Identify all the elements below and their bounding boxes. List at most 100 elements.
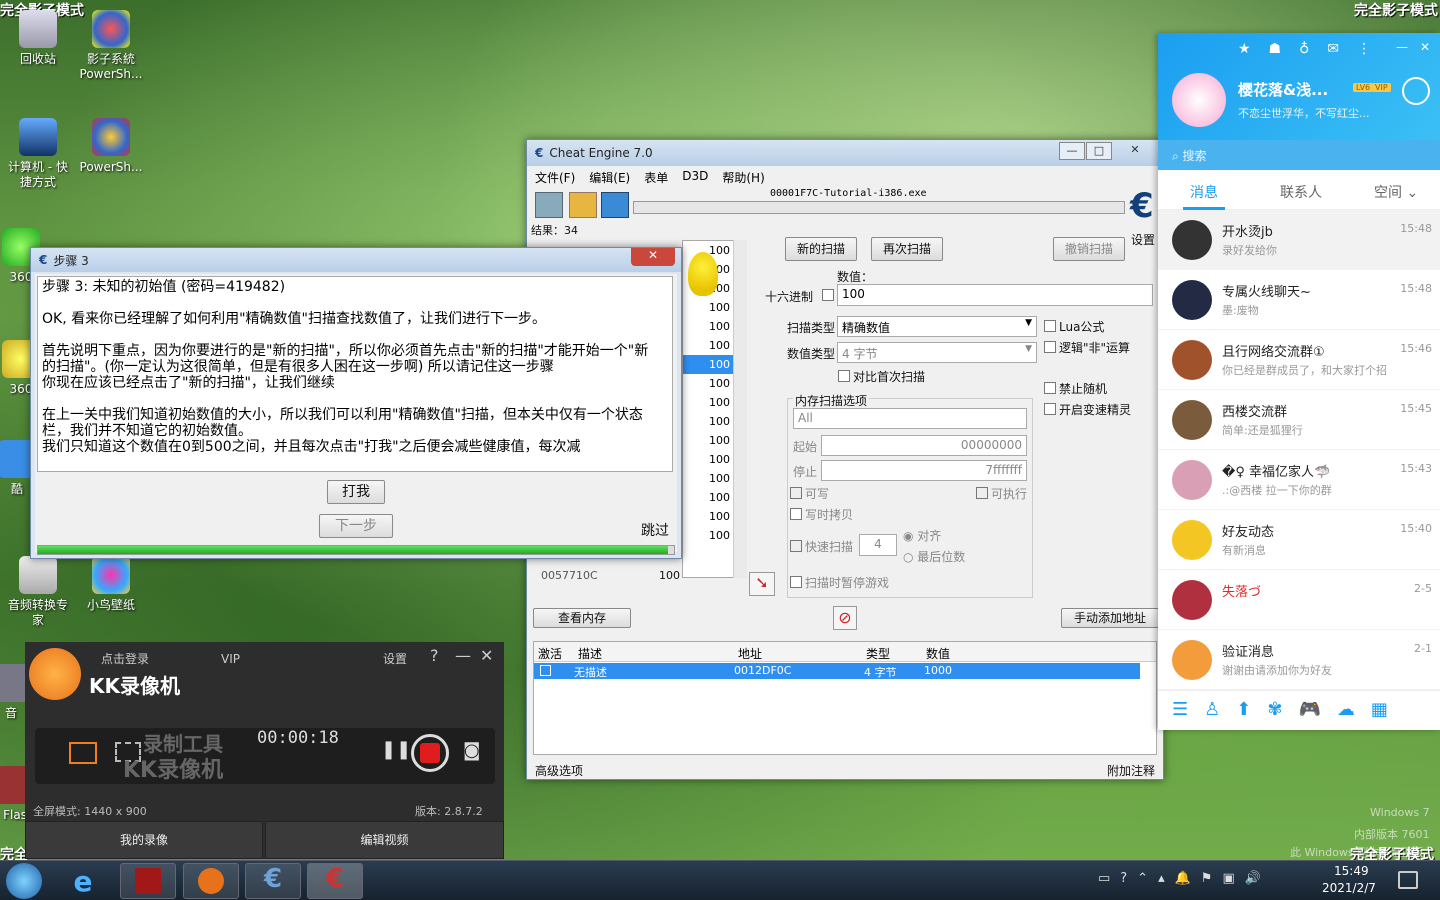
my-videos-button[interactable]: 我的录像 xyxy=(25,821,263,859)
qq-chat-list[interactable]: 开水烫jb 录好发给你 15:48 专属火线聊天~ 墨:废物 15:48 且行网络交流群① 你… xyxy=(1158,210,1440,690)
action-center-icon[interactable] xyxy=(1398,871,1418,889)
ie-icon[interactable]: e xyxy=(66,865,100,898)
ce-list-row[interactable]: 100 xyxy=(683,488,736,507)
tray-date[interactable]: 2021/2/7 xyxy=(1322,881,1376,895)
ce-list-row[interactable]: 100 xyxy=(683,374,736,393)
align-radio[interactable]: ◉ 对齐 xyxy=(903,527,941,544)
writable-checkbox[interactable] xyxy=(790,487,802,499)
view-memory-button[interactable]: 查看内存 xyxy=(533,608,631,628)
copy-on-write-checkbox[interactable] xyxy=(790,508,802,520)
kk-vip[interactable]: VIP xyxy=(221,652,240,666)
speedhack-checkbox[interactable] xyxy=(1044,403,1056,415)
row-active-checkbox[interactable] xyxy=(540,665,551,676)
ce-minimize-button[interactable]: — xyxy=(1059,142,1085,160)
add-to-list-arrow-icon[interactable]: ➘ xyxy=(749,572,775,596)
start-address-input[interactable]: 00000000 xyxy=(821,435,1027,456)
stop-scan-icon[interactable]: ⊘ xyxy=(833,606,857,630)
list-item[interactable]: 且行网络交流群① 你已经是群成员了，和大家打个招 15:46 xyxy=(1158,330,1440,390)
not-op-checkbox[interactable] xyxy=(1044,341,1056,353)
ce-list-row[interactable]: 100 xyxy=(683,431,736,450)
flash-task-button[interactable] xyxy=(120,863,176,899)
open-process-icon[interactable] xyxy=(535,192,563,218)
ce-task-button-1[interactable]: € xyxy=(245,863,301,899)
kk-help[interactable]: ? xyxy=(430,646,439,665)
mem-region-select[interactable]: All xyxy=(793,408,1027,429)
qq-search-input[interactable]: ⌕ 搜索 xyxy=(1158,140,1440,170)
ce-settings-logo-icon[interactable]: € xyxy=(1130,186,1160,226)
ce-list-row[interactable]: 100 xyxy=(683,526,736,545)
tab-messages[interactable]: 消息 xyxy=(1190,182,1218,202)
ce-list-scrollbar[interactable] xyxy=(733,240,747,578)
fullscreen-mode-icon[interactable] xyxy=(69,742,97,764)
bird-wallpaper-icon[interactable]: 小鸟壁纸 xyxy=(76,556,146,613)
ce-list-row[interactable]: 100 xyxy=(683,412,736,431)
scan-type-select[interactable]: 精确数值 ▼ xyxy=(837,316,1037,337)
start-button[interactable] xyxy=(6,863,42,899)
ce-menu-file[interactable]: 文件(F) xyxy=(535,169,575,186)
shadow-system-icon[interactable]: 影子系統 PowerSh... xyxy=(76,10,146,82)
hit-me-button[interactable]: 打我 xyxy=(327,480,385,504)
tab-space[interactable]: 空间 ⌄ xyxy=(1374,182,1418,202)
ce-menu-table[interactable]: 表单 xyxy=(644,169,668,186)
table-row[interactable]: 无描述 0012DF0C 4 字节 1000 xyxy=(534,663,1140,679)
executable-checkbox[interactable] xyxy=(976,487,988,499)
skip-link[interactable]: 跳过 xyxy=(641,520,669,540)
value-input[interactable]: 100 xyxy=(837,284,1153,306)
ce-list-row[interactable]: 100 xyxy=(683,469,736,488)
computer-shortcut-icon[interactable]: 计算机 - 快 捷方式 xyxy=(3,118,73,190)
hex-checkbox[interactable] xyxy=(822,289,834,301)
kk-minimize-button[interactable]: — xyxy=(455,646,471,665)
ce-settings-label[interactable]: 设置 xyxy=(1131,231,1155,248)
kk-close-button[interactable]: ✕ xyxy=(480,646,493,665)
stop-record-button[interactable] xyxy=(411,734,449,772)
ce-task-button-2[interactable]: € xyxy=(307,863,363,899)
recycle-bin-icon[interactable]: 回收站 xyxy=(3,10,73,67)
pause-icon[interactable]: ❚❚ xyxy=(381,739,411,760)
qq-minimize-button[interactable]: — xyxy=(1396,40,1408,54)
list-item[interactable]: 验证消息 谢谢由请添加你为好友 2-1 xyxy=(1158,630,1440,690)
powershell-icon[interactable]: PowerSh... xyxy=(76,118,146,175)
stop-address-input[interactable]: 7fffffff xyxy=(821,460,1027,481)
fast-scan-input[interactable]: 4 xyxy=(859,534,897,556)
qq-avatar[interactable] xyxy=(1172,73,1226,127)
pause-game-checkbox[interactable] xyxy=(790,576,802,588)
tutorial-text[interactable]: 步骤 3: 未知的初始值 (密码=419482) OK, 看来你已经理解了如何利… xyxy=(37,276,673,472)
ce-list-row[interactable]: 100 xyxy=(683,355,736,374)
list-item[interactable]: 专属火线聊天~ 墨:废物 15:48 xyxy=(1158,270,1440,330)
ce-list-row[interactable]: 100 xyxy=(683,336,736,355)
tab-contacts[interactable]: 联系人 xyxy=(1280,182,1322,202)
table-comments[interactable]: 附加注释 xyxy=(1107,762,1155,779)
ce-menu-edit[interactable]: 编辑(E) xyxy=(589,169,630,186)
weather-sun-icon[interactable] xyxy=(1402,77,1430,105)
edit-video-button[interactable]: 编辑视频 xyxy=(265,821,504,859)
audio-converter-icon[interactable]: 音频转换专 家 xyxy=(3,556,73,628)
screenshot-icon[interactable]: ◙ xyxy=(463,740,480,761)
qq-bottom-toolbar[interactable]: ☰♙⬆✾🎮☁▦ xyxy=(1158,690,1440,730)
qq-nickname[interactable]: 樱花落&浅... xyxy=(1238,79,1328,100)
ce-list-row[interactable]: 100 xyxy=(683,393,736,412)
next-step-button[interactable]: 下一步 xyxy=(319,514,393,538)
add-manual-address-button[interactable]: 手动添加地址 xyxy=(1061,608,1159,628)
ce-menu-d3d[interactable]: D3D xyxy=(682,169,708,186)
list-item[interactable]: 西楼交流群 简单:还是狐狸行 15:45 xyxy=(1158,390,1440,450)
ce-maximize-button[interactable]: □ xyxy=(1086,142,1112,160)
ce-list-row[interactable]: 100 xyxy=(683,507,736,526)
ce-menu-help[interactable]: 帮助(H) xyxy=(722,169,764,186)
kk-task-button[interactable] xyxy=(183,863,239,899)
list-item[interactable]: 失落づ 2-5 xyxy=(1158,570,1440,630)
undo-scan-button[interactable]: 撤销扫描 xyxy=(1053,237,1125,261)
qq-close-button[interactable]: ✕ xyxy=(1420,40,1430,54)
ce-list-row[interactable]: 100 xyxy=(683,298,736,317)
ce-close-button[interactable]: ✕ xyxy=(1119,142,1151,160)
tray-time[interactable]: 15:49 xyxy=(1334,864,1369,878)
list-item[interactable]: 好友动态 有新消息 15:40 xyxy=(1158,510,1440,570)
compare-first-checkbox[interactable] xyxy=(838,370,850,382)
advanced-options[interactable]: 高级选项 xyxy=(535,762,583,779)
list-item[interactable]: 开水烫jb 录好发给你 15:48 xyxy=(1158,210,1440,270)
next-scan-button[interactable]: 再次扫描 xyxy=(871,237,943,261)
fast-scan-checkbox[interactable] xyxy=(790,540,802,552)
list-item[interactable]: �♀ 幸福亿家人🦈 .:@西楼 拉一下你的群 15:43 xyxy=(1158,450,1440,510)
qq-signature[interactable]: 不恋尘世浮华，不写红尘... xyxy=(1238,105,1370,121)
open-file-icon[interactable] xyxy=(569,192,597,218)
ce-list-row[interactable]: 100 xyxy=(683,317,736,336)
